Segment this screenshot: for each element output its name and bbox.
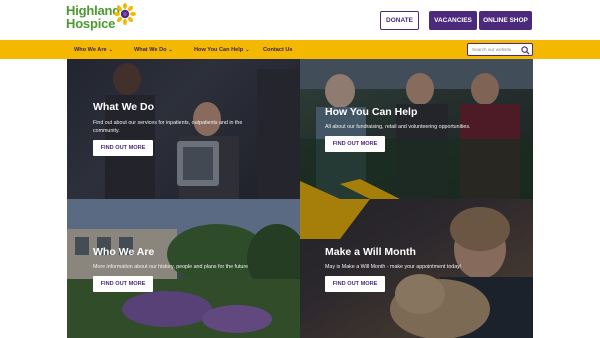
vacancies-button[interactable]: VACANCIES xyxy=(429,11,477,30)
find-out-more-button[interactable]: FIND OUT MORE xyxy=(325,136,385,152)
tile-description: All about our fundraising, retail and vo… xyxy=(325,124,471,130)
nav-label: What We Do xyxy=(134,46,167,53)
site-header: Highland Hospice DONATE VACANCIES ONLINE… xyxy=(0,0,600,40)
tile-description: More information about our history, peop… xyxy=(93,264,249,270)
search-placeholder: Search our website xyxy=(472,47,512,52)
tile-title: What We Do xyxy=(93,101,155,113)
tile-what-we-do[interactable]: What We Do Find out about our services f… xyxy=(67,59,300,199)
nav-item-how-you-can-help[interactable]: How You Can Help ⌄ xyxy=(194,40,249,59)
donate-button[interactable]: DONATE xyxy=(380,11,419,30)
logo-text: Highland Hospice xyxy=(66,4,120,30)
nav-label: How You Can Help xyxy=(194,46,244,53)
feature-tiles: What We Do Find out about our services f… xyxy=(67,59,533,338)
nav-item-what-we-do[interactable]: What We Do ⌄ xyxy=(134,40,173,59)
find-out-more-button[interactable]: FIND OUT MORE xyxy=(93,140,153,156)
nav-item-contact-us[interactable]: Contact Us xyxy=(263,40,293,59)
tile-title: How You Can Help xyxy=(325,106,418,118)
tile-description: Find out about our services for inpatien… xyxy=(93,120,243,134)
chevron-down-icon: ⌄ xyxy=(245,46,250,53)
nav-label: Who We Are xyxy=(74,46,107,53)
tile-how-you-can-help[interactable]: How You Can Help All about our fundraisi… xyxy=(300,59,533,199)
tile-who-we-are[interactable]: Who We Are More information about our hi… xyxy=(67,199,300,338)
find-out-more-button[interactable]: FIND OUT MORE xyxy=(93,276,153,292)
logo-line2: Hospice xyxy=(66,16,116,31)
site-logo[interactable]: Highland Hospice xyxy=(66,3,146,36)
search-input[interactable]: Search our website xyxy=(467,43,533,56)
nav-item-who-we-are[interactable]: Who We Are ⌄ xyxy=(74,40,113,59)
chevron-down-icon: ⌄ xyxy=(168,46,173,53)
tile-make-a-will-month[interactable]: Make a Will Month May is Make a Will Mon… xyxy=(300,199,533,338)
find-out-more-button[interactable]: FIND OUT MORE xyxy=(325,276,385,292)
search-icon[interactable] xyxy=(521,46,530,55)
main-nav: Who We Are ⌄ What We Do ⌄ How You Can He… xyxy=(0,40,600,59)
tile-title: Who We Are xyxy=(93,246,155,258)
sunflower-icon xyxy=(114,3,136,25)
tile-title: Make a Will Month xyxy=(325,246,416,258)
tile-description: May is Make a Will Month - make your app… xyxy=(325,264,462,270)
online-shop-button[interactable]: ONLINE SHOP xyxy=(479,11,532,30)
chevron-down-icon: ⌄ xyxy=(108,46,113,53)
nav-label: Contact Us xyxy=(263,46,293,53)
